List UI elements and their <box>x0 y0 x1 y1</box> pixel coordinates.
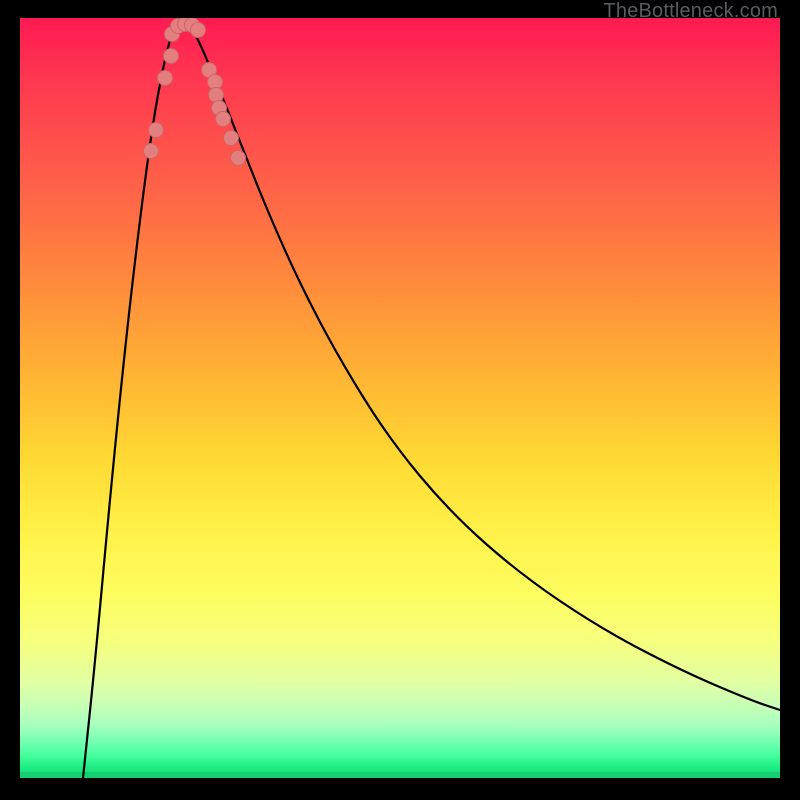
data-dot <box>224 131 239 146</box>
data-dot <box>209 88 224 103</box>
watermark-text: TheBottleneck.com <box>603 0 778 23</box>
curve-layer <box>20 18 780 778</box>
chart-frame <box>20 18 780 778</box>
data-dot <box>144 144 159 159</box>
curve-left-branch <box>83 18 184 778</box>
data-dot <box>158 71 173 86</box>
data-dot <box>191 23 206 38</box>
curve-right-branch <box>184 18 781 710</box>
data-dot <box>164 49 179 64</box>
data-dot <box>231 151 246 166</box>
data-dot <box>216 112 231 127</box>
data-dot <box>149 123 164 138</box>
